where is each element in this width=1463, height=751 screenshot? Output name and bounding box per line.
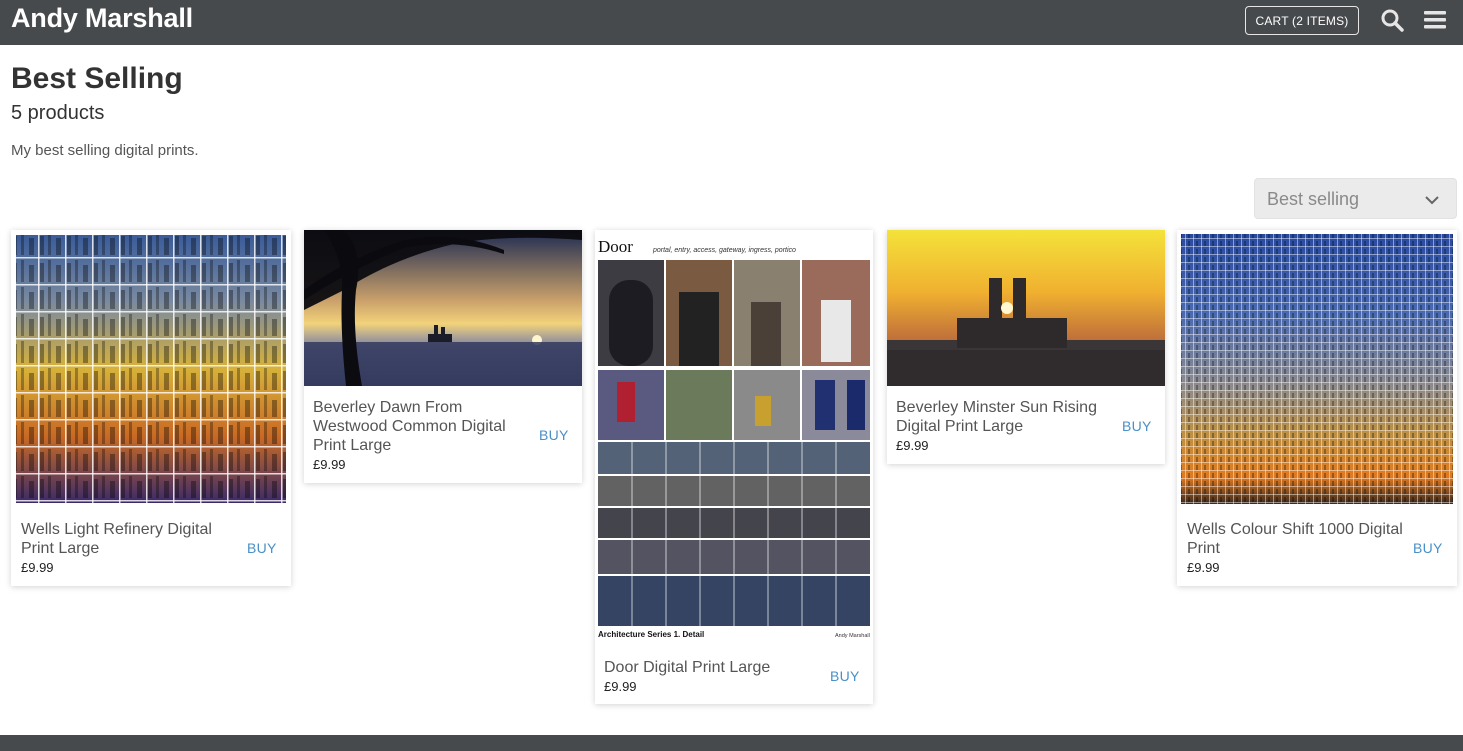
product-price: £9.99 bbox=[1187, 560, 1220, 575]
sort-select[interactable]: Best selling bbox=[1254, 178, 1457, 219]
chevron-down-icon bbox=[1425, 196, 1439, 205]
buy-button[interactable]: BUY bbox=[1122, 418, 1152, 434]
product-image[interactable] bbox=[887, 230, 1165, 386]
buy-button[interactable]: BUY bbox=[247, 540, 277, 556]
page-title: Best Selling bbox=[11, 62, 183, 95]
sort-selected-value: Best selling bbox=[1267, 189, 1360, 209]
collection-description: My best selling digital prints. bbox=[11, 142, 199, 159]
cart-button[interactable]: CART (2 ITEMS) bbox=[1245, 6, 1359, 35]
site-logo[interactable]: Andy Marshall bbox=[11, 3, 193, 34]
menu-icon[interactable] bbox=[1424, 9, 1446, 31]
product-count: 5 products bbox=[11, 102, 105, 124]
product-image[interactable]: Door portal, entry, access, gateway, ing… bbox=[595, 230, 873, 644]
product-price: £9.99 bbox=[604, 679, 637, 694]
site-header: Andy Marshall CART (2 ITEMS) bbox=[0, 0, 1463, 45]
product-name[interactable]: Beverley Minster Sun Rising Digital Prin… bbox=[896, 398, 1111, 436]
product-name[interactable]: Door Digital Print Large bbox=[604, 658, 814, 677]
buy-button[interactable]: BUY bbox=[1413, 540, 1443, 556]
buy-button[interactable]: BUY bbox=[830, 668, 860, 684]
poster-author: Andy Marshall bbox=[835, 633, 870, 639]
product-image[interactable] bbox=[1177, 230, 1457, 508]
buy-button[interactable]: BUY bbox=[539, 427, 569, 443]
product-card[interactable]: Beverley Minster Sun Rising Digital Prin… bbox=[887, 230, 1165, 464]
product-card[interactable]: Wells Colour Shift 1000 Digital Print £9… bbox=[1177, 230, 1457, 586]
poster-subtitle: portal, entry, access, gateway, ingress,… bbox=[652, 247, 796, 254]
product-card[interactable]: Wells Light Refinery Digital Print Large… bbox=[11, 230, 291, 586]
search-icon[interactable] bbox=[1380, 8, 1404, 32]
product-image[interactable] bbox=[304, 230, 582, 386]
product-price: £9.99 bbox=[21, 560, 54, 575]
poster-series: Architecture Series 1. Detail bbox=[598, 630, 704, 639]
site-footer bbox=[0, 735, 1463, 751]
product-price: £9.99 bbox=[313, 457, 346, 472]
product-card[interactable]: Door portal, entry, access, gateway, ing… bbox=[595, 230, 873, 704]
product-name[interactable]: Wells Colour Shift 1000 Digital Print bbox=[1187, 520, 1407, 558]
poster-title: Door bbox=[598, 237, 633, 256]
product-name[interactable]: Wells Light Refinery Digital Print Large bbox=[21, 520, 226, 558]
product-name[interactable]: Beverley Dawn From Westwood Common Digit… bbox=[313, 398, 523, 455]
product-image[interactable] bbox=[11, 230, 291, 508]
product-price: £9.99 bbox=[896, 438, 929, 453]
product-card[interactable]: Beverley Dawn From Westwood Common Digit… bbox=[304, 230, 582, 483]
